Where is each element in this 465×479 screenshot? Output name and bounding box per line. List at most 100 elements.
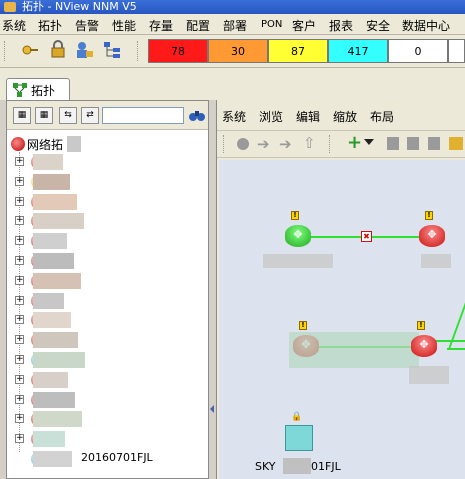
tree-item[interactable]: + — [7, 312, 208, 329]
tree-item[interactable]: + — [7, 213, 208, 230]
delete-icon[interactable] — [428, 137, 440, 150]
menu-customer[interactable]: 客户 — [292, 17, 316, 34]
minor-alarm-counter[interactable]: 87 — [268, 39, 328, 63]
major-alarm-counter[interactable]: 30 — [208, 39, 268, 63]
warning-icon: ! — [291, 211, 299, 220]
tree-connect-icon[interactable]: ▦ — [13, 107, 31, 124]
menu-report[interactable]: 报表 — [329, 17, 353, 34]
blurred-label — [33, 312, 71, 329]
menu-config[interactable]: 配置 — [186, 17, 210, 34]
tree-search-input[interactable] — [102, 107, 184, 124]
tab-topology[interactable]: 拓扑 — [6, 78, 70, 101]
indeterminate-alarm-counter[interactable]: 0 — [388, 39, 448, 63]
lock-icon[interactable] — [48, 40, 68, 60]
tree-tool-icon[interactable]: ▦ — [35, 107, 53, 124]
topology-link[interactable] — [447, 348, 465, 350]
alarm-counter-overflow — [448, 39, 465, 63]
critical-alarm-counter[interactable]: 78 — [148, 39, 208, 63]
menu-alarm[interactable]: 告警 — [75, 17, 99, 34]
tree-item-label: 20160701FJL — [81, 451, 153, 464]
router-node-green[interactable]: ✥ — [285, 225, 311, 247]
expand-toggle-icon[interactable]: + — [15, 157, 24, 166]
tree-item[interactable]: + — [7, 292, 208, 309]
menu-inventory[interactable]: 存量 — [149, 17, 173, 34]
tree-item[interactable]: + — [7, 193, 208, 210]
expand-toggle-icon[interactable]: + — [15, 295, 24, 305]
expand-toggle-icon[interactable]: + — [15, 315, 24, 325]
tree-item[interactable]: + — [7, 431, 208, 448]
tree-collapse-icon[interactable]: ⇄ — [81, 107, 99, 124]
topology-menu-bar: 系统 浏览 编辑 缩放 布局 — [217, 106, 465, 124]
menu-deploy[interactable]: 部署 — [223, 17, 247, 34]
add-dropdown-icon[interactable] — [364, 139, 374, 145]
menu-datacenter[interactable]: 数据中心 — [402, 17, 450, 34]
record-icon[interactable] — [237, 138, 249, 150]
edit-icon[interactable] — [387, 137, 399, 150]
topo-menu-edit[interactable]: 编辑 — [296, 108, 320, 125]
panel-splitter[interactable] — [209, 100, 216, 479]
forward-arrow-icon[interactable]: ➔ — [279, 135, 292, 153]
router-node-red[interactable]: ✥ — [411, 335, 437, 357]
menu-bar: 系统 拓扑 告警 性能 存量 配置 部署 PON 客户 报表 安全 数据中心 — [0, 14, 465, 35]
tree-root[interactable]: 网络拓 — [7, 136, 208, 152]
tree-item[interactable]: + — [7, 173, 208, 190]
tree-expand-icon[interactable]: ⇆ — [59, 107, 77, 124]
folder-icon[interactable] — [449, 137, 463, 150]
expand-toggle-icon[interactable]: + — [15, 394, 24, 404]
tree-item[interactable]: + — [7, 332, 208, 349]
expand-toggle-icon[interactable]: + — [15, 335, 24, 345]
tree-item[interactable]: + — [7, 391, 208, 408]
expand-toggle-icon[interactable]: + — [15, 355, 24, 364]
topo-menu-system[interactable]: 系统 — [222, 108, 246, 125]
root-network-icon — [11, 137, 25, 151]
menu-system[interactable]: 系统 — [2, 17, 26, 34]
expand-toggle-icon[interactable]: + — [15, 236, 24, 246]
expand-toggle-icon[interactable]: + — [15, 434, 24, 444]
tree-toolbar: ▦ ▦ ⇆ ⇄ — [7, 101, 208, 130]
up-arrow-icon[interactable]: ⇧ — [303, 134, 316, 152]
menu-performance[interactable]: 性能 — [112, 17, 136, 34]
menu-topology[interactable]: 拓扑 — [38, 17, 62, 34]
menu-security[interactable]: 安全 — [366, 17, 390, 34]
collapse-arrow-icon[interactable] — [210, 405, 214, 413]
menu-pon[interactable]: PON — [261, 19, 282, 30]
binoculars-icon[interactable] — [188, 106, 206, 127]
major-alarm-count: 30 — [231, 45, 245, 58]
topo-menu-zoom[interactable]: 缩放 — [333, 108, 357, 125]
blurred-label — [33, 253, 74, 269]
tree-structure-icon[interactable] — [102, 40, 122, 60]
expand-toggle-icon[interactable]: + — [15, 196, 24, 206]
warning-icon: ! — [299, 321, 307, 330]
tree-item[interactable]: + — [7, 352, 208, 368]
copy-icon[interactable] — [407, 137, 419, 150]
topo-menu-layout[interactable]: 布局 — [370, 108, 394, 125]
expand-toggle-icon[interactable]: + — [15, 275, 24, 285]
blurred-label — [33, 332, 78, 349]
tree-item[interactable]: + — [7, 272, 208, 289]
critical-alarm-count: 78 — [171, 45, 185, 58]
key-icon[interactable] — [20, 40, 40, 60]
router-node-red[interactable]: ✥ — [419, 225, 445, 247]
device-node[interactable] — [285, 425, 313, 451]
expand-toggle-icon[interactable]: + — [15, 176, 24, 186]
expand-toggle-icon[interactable]: + — [15, 414, 24, 424]
expand-toggle-icon[interactable]: + — [15, 374, 24, 384]
tree-item[interactable]: + — [7, 411, 208, 428]
topo-menu-browse[interactable]: 浏览 — [259, 108, 283, 125]
expand-toggle-icon[interactable]: + — [15, 216, 24, 226]
tree-item[interactable]: + — [7, 233, 208, 250]
blurred-label — [33, 431, 65, 448]
tree-item[interactable]: + — [7, 154, 208, 170]
topology-tree-panel: ▦ ▦ ⇆ ⇄ 网络拓 + + + + + + + + + + + + + + +20160701FJL — [6, 100, 209, 479]
topology-canvas[interactable]: ✖ ! ✥ ! ✥ ! ✥ ! ✥ 🔒 SKY 01FJL — [219, 160, 465, 479]
user-lock-icon[interactable] — [74, 40, 94, 60]
tree-item[interactable]: 20160701FJL — [7, 451, 208, 467]
warning-alarm-counter[interactable]: 417 — [328, 39, 388, 63]
add-icon[interactable]: + — [347, 132, 362, 153]
toolbar-separator — [329, 135, 333, 153]
tree-item[interactable]: + — [7, 371, 208, 388]
tree-item[interactable]: + — [7, 253, 208, 269]
back-arrow-icon[interactable]: ➔ — [257, 135, 270, 153]
expand-toggle-icon[interactable]: + — [15, 256, 24, 265]
link-alarm-icon[interactable]: ✖ — [361, 231, 372, 242]
